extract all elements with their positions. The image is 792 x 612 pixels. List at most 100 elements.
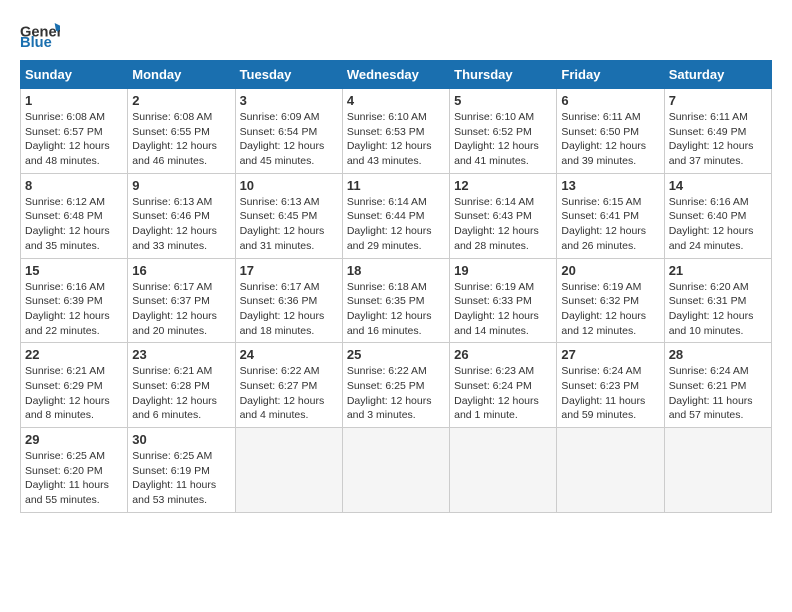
day-info: Sunrise: 6:17 AMSunset: 6:37 PMDaylight:…	[132, 280, 230, 339]
calendar-day-cell: 20 Sunrise: 6:19 AMSunset: 6:32 PMDayligh…	[557, 258, 664, 343]
day-info: Sunrise: 6:11 AMSunset: 6:49 PMDaylight:…	[669, 110, 767, 169]
day-number: 1	[25, 93, 123, 108]
header-sunday: Sunday	[21, 61, 128, 89]
day-info: Sunrise: 6:21 AMSunset: 6:29 PMDaylight:…	[25, 364, 123, 423]
day-number: 18	[347, 263, 445, 278]
header-thursday: Thursday	[450, 61, 557, 89]
header-monday: Monday	[128, 61, 235, 89]
calendar-week-row: 8 Sunrise: 6:12 AMSunset: 6:48 PMDaylight…	[21, 173, 772, 258]
day-number: 23	[132, 347, 230, 362]
day-info: Sunrise: 6:25 AMSunset: 6:20 PMDaylight:…	[25, 449, 123, 508]
header-saturday: Saturday	[664, 61, 771, 89]
calendar-day-cell: 25 Sunrise: 6:22 AMSunset: 6:25 PMDayligh…	[342, 343, 449, 428]
day-number: 5	[454, 93, 552, 108]
day-info: Sunrise: 6:23 AMSunset: 6:24 PMDaylight:…	[454, 364, 552, 423]
header-tuesday: Tuesday	[235, 61, 342, 89]
day-number: 10	[240, 178, 338, 193]
day-info: Sunrise: 6:25 AMSunset: 6:19 PMDaylight:…	[132, 449, 230, 508]
calendar-day-cell: 17Sunrise: 6:17 AMSunset: 6:36 PMDayligh…	[235, 258, 342, 343]
day-number: 21	[669, 263, 767, 278]
day-info: Sunrise: 6:19 AMSunset: 6:32 PMDaylight:…	[561, 280, 659, 339]
day-number: 8	[25, 178, 123, 193]
calendar-day-cell: 4 Sunrise: 6:10 AMSunset: 6:53 PMDaylight…	[342, 89, 449, 174]
calendar-week-row: 29 Sunrise: 6:25 AMSunset: 6:20 PMDayligh…	[21, 428, 772, 513]
day-number: 3	[240, 93, 338, 108]
day-number: 29	[25, 432, 123, 447]
day-number: 12	[454, 178, 552, 193]
calendar-day-cell	[235, 428, 342, 513]
calendar-day-cell: 7 Sunrise: 6:11 AMSunset: 6:49 PMDaylight…	[664, 89, 771, 174]
calendar-day-cell: 27Sunrise: 6:24 AMSunset: 6:23 PMDayligh…	[557, 343, 664, 428]
day-number: 9	[132, 178, 230, 193]
calendar-day-cell: 12 Sunrise: 6:14 AMSunset: 6:43 PMDayligh…	[450, 173, 557, 258]
calendar-day-cell: 23 Sunrise: 6:21 AMSunset: 6:28 PMDayligh…	[128, 343, 235, 428]
day-number: 7	[669, 93, 767, 108]
calendar-day-cell: 9 Sunrise: 6:13 AMSunset: 6:46 PMDaylight…	[128, 173, 235, 258]
calendar-day-cell: 11 Sunrise: 6:14 AMSunset: 6:44 PMDayligh…	[342, 173, 449, 258]
day-number: 15	[25, 263, 123, 278]
day-number: 16	[132, 263, 230, 278]
calendar-day-cell: 22 Sunrise: 6:21 AMSunset: 6:29 PMDayligh…	[21, 343, 128, 428]
calendar-day-cell: 29 Sunrise: 6:25 AMSunset: 6:20 PMDayligh…	[21, 428, 128, 513]
day-info: Sunrise: 6:10 AMSunset: 6:52 PMDaylight:…	[454, 110, 552, 169]
day-number: 11	[347, 178, 445, 193]
day-number: 28	[669, 347, 767, 362]
day-number: 19	[454, 263, 552, 278]
calendar-day-cell: 30Sunrise: 6:25 AMSunset: 6:19 PMDayligh…	[128, 428, 235, 513]
day-info: Sunrise: 6:15 AMSunset: 6:41 PMDaylight:…	[561, 195, 659, 254]
day-info: Sunrise: 6:22 AMSunset: 6:27 PMDaylight:…	[240, 364, 338, 423]
day-info: Sunrise: 6:16 AMSunset: 6:39 PMDaylight:…	[25, 280, 123, 339]
calendar-day-cell: 21 Sunrise: 6:20 AMSunset: 6:31 PMDayligh…	[664, 258, 771, 343]
calendar-day-cell	[557, 428, 664, 513]
calendar-week-row: 1 Sunrise: 6:08 AMSunset: 6:57 PMDaylight…	[21, 89, 772, 174]
day-number: 4	[347, 93, 445, 108]
day-info: Sunrise: 6:12 AMSunset: 6:48 PMDaylight:…	[25, 195, 123, 254]
day-info: Sunrise: 6:13 AMSunset: 6:46 PMDaylight:…	[132, 195, 230, 254]
day-info: Sunrise: 6:21 AMSunset: 6:28 PMDaylight:…	[132, 364, 230, 423]
day-number: 20	[561, 263, 659, 278]
day-info: Sunrise: 6:11 AMSunset: 6:50 PMDaylight:…	[561, 110, 659, 169]
day-info: Sunrise: 6:14 AMSunset: 6:44 PMDaylight:…	[347, 195, 445, 254]
day-info: Sunrise: 6:08 AMSunset: 6:57 PMDaylight:…	[25, 110, 123, 169]
calendar-header-row: SundayMondayTuesdayWednesdayThursdayFrid…	[21, 61, 772, 89]
header-wednesday: Wednesday	[342, 61, 449, 89]
calendar-day-cell: 16 Sunrise: 6:17 AMSunset: 6:37 PMDayligh…	[128, 258, 235, 343]
day-info: Sunrise: 6:20 AMSunset: 6:31 PMDaylight:…	[669, 280, 767, 339]
calendar-day-cell	[450, 428, 557, 513]
day-info: Sunrise: 6:18 AMSunset: 6:35 PMDaylight:…	[347, 280, 445, 339]
day-number: 2	[132, 93, 230, 108]
calendar-day-cell: 24Sunrise: 6:22 AMSunset: 6:27 PMDayligh…	[235, 343, 342, 428]
calendar-day-cell	[664, 428, 771, 513]
calendar-week-row: 22 Sunrise: 6:21 AMSunset: 6:29 PMDayligh…	[21, 343, 772, 428]
calendar-day-cell: 26Sunrise: 6:23 AMSunset: 6:24 PMDayligh…	[450, 343, 557, 428]
calendar-day-cell	[342, 428, 449, 513]
day-info: Sunrise: 6:24 AMSunset: 6:23 PMDaylight:…	[561, 364, 659, 423]
calendar-day-cell: 1 Sunrise: 6:08 AMSunset: 6:57 PMDaylight…	[21, 89, 128, 174]
day-info: Sunrise: 6:13 AMSunset: 6:45 PMDaylight:…	[240, 195, 338, 254]
calendar-day-cell: 19 Sunrise: 6:19 AMSunset: 6:33 PMDayligh…	[450, 258, 557, 343]
calendar-week-row: 15 Sunrise: 6:16 AMSunset: 6:39 PMDayligh…	[21, 258, 772, 343]
calendar-day-cell: 10 Sunrise: 6:13 AMSunset: 6:45 PMDayligh…	[235, 173, 342, 258]
day-number: 25	[347, 347, 445, 362]
day-number: 22	[25, 347, 123, 362]
day-info: Sunrise: 6:24 AMSunset: 6:21 PMDaylight:…	[669, 364, 767, 423]
day-info: Sunrise: 6:14 AMSunset: 6:43 PMDaylight:…	[454, 195, 552, 254]
header-friday: Friday	[557, 61, 664, 89]
svg-text:Blue: Blue	[20, 35, 52, 50]
day-number: 17	[240, 263, 338, 278]
day-info: Sunrise: 6:22 AMSunset: 6:25 PMDaylight:…	[347, 364, 445, 423]
day-info: Sunrise: 6:19 AMSunset: 6:33 PMDaylight:…	[454, 280, 552, 339]
calendar-day-cell: 15 Sunrise: 6:16 AMSunset: 6:39 PMDayligh…	[21, 258, 128, 343]
day-number: 6	[561, 93, 659, 108]
page-header: General Blue	[20, 20, 772, 50]
calendar-day-cell: 2Sunrise: 6:08 AMSunset: 6:55 PMDaylight…	[128, 89, 235, 174]
calendar-day-cell: 28 Sunrise: 6:24 AMSunset: 6:21 PMDayligh…	[664, 343, 771, 428]
calendar-day-cell: 8 Sunrise: 6:12 AMSunset: 6:48 PMDaylight…	[21, 173, 128, 258]
day-info: Sunrise: 6:16 AMSunset: 6:40 PMDaylight:…	[669, 195, 767, 254]
calendar-day-cell: 6 Sunrise: 6:11 AMSunset: 6:50 PMDaylight…	[557, 89, 664, 174]
day-info: Sunrise: 6:10 AMSunset: 6:53 PMDaylight:…	[347, 110, 445, 169]
logo: General Blue	[20, 20, 60, 50]
day-info: Sunrise: 6:09 AMSunset: 6:54 PMDaylight:…	[240, 110, 338, 169]
day-number: 14	[669, 178, 767, 193]
day-number: 13	[561, 178, 659, 193]
